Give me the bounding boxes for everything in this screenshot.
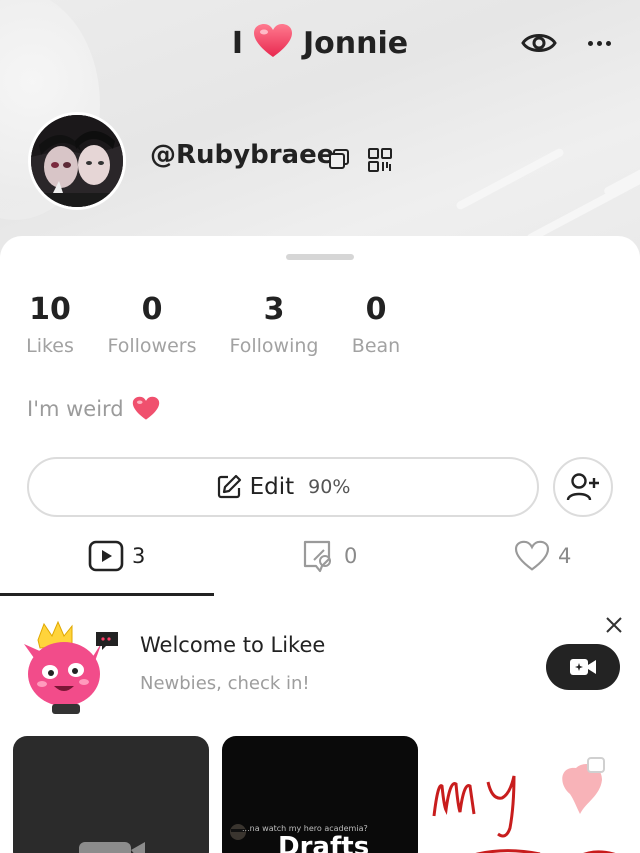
background-streak — [455, 147, 565, 211]
video-icon — [88, 540, 124, 572]
drafts-label: Drafts — [278, 832, 370, 853]
welcome-subtitle: Newbies, check in! — [140, 673, 310, 694]
mascot-image — [20, 618, 120, 718]
tab-count: 4 — [558, 544, 572, 568]
view-profile-button[interactable] — [520, 26, 558, 60]
video-thumbnail[interactable] — [430, 736, 640, 853]
welcome-banner[interactable]: Welcome to Likee Newbies, check in! — [0, 608, 640, 718]
eye-icon — [521, 34, 557, 52]
stat-value: 0 — [141, 292, 163, 327]
stat-bean[interactable]: 0 Bean — [348, 292, 404, 358]
add-friend-button[interactable] — [553, 457, 613, 517]
stat-likes[interactable]: 10 Likes — [22, 292, 78, 358]
close-icon[interactable] — [603, 614, 625, 636]
more-dot — [587, 40, 593, 46]
more-dot — [605, 40, 611, 46]
edit-label: Edit — [249, 474, 295, 500]
tab-liked[interactable]: 4 — [514, 536, 571, 576]
welcome-title: Welcome to Likee — [140, 633, 326, 657]
record-video-button[interactable] — [546, 644, 620, 690]
username: @Rubybraee — [150, 140, 335, 170]
add-user-icon — [566, 473, 599, 501]
avatar[interactable] — [28, 112, 126, 210]
camera-icon — [570, 659, 596, 675]
stat-label: Followers — [107, 335, 197, 357]
heart-icon — [253, 23, 293, 63]
bio-text: I'm weird — [27, 396, 124, 421]
tab-count: 0 — [344, 544, 358, 568]
drafts-thumbnail[interactable]: ...na watch my hero academia? Drafts — [222, 736, 418, 853]
tab-tagged[interactable]: 0 — [302, 536, 357, 576]
video-thumbnail[interactable] — [13, 736, 209, 853]
title-name: Jonnie — [303, 25, 409, 61]
stat-value: 3 — [263, 292, 285, 327]
drag-handle[interactable] — [286, 254, 354, 260]
tag-icon — [303, 540, 331, 573]
tab-videos[interactable]: 3 — [88, 536, 145, 576]
more-dot — [596, 40, 602, 46]
more-options-button[interactable] — [582, 26, 616, 60]
title-prefix: I — [231, 25, 244, 61]
copy-icon[interactable] — [328, 148, 350, 170]
bio: I'm weird — [27, 396, 160, 421]
stat-value: 0 — [365, 292, 387, 327]
qr-code-icon[interactable] — [368, 148, 392, 172]
heart-outline-icon — [514, 540, 550, 571]
heart-icon — [132, 396, 159, 420]
stat-label: Likes — [26, 335, 74, 357]
stat-followers[interactable]: 0 Followers — [104, 292, 200, 358]
top-bar: I Jonnie — [0, 18, 640, 68]
edit-profile-button[interactable]: Edit 90% — [27, 457, 539, 517]
profile-completion: 90% — [308, 476, 351, 498]
video-camera-icon — [79, 842, 145, 853]
stat-label: Bean — [351, 335, 401, 357]
profile-sheet: 10 Likes 0 Followers 3 Following 0 Bean … — [0, 236, 640, 853]
tab-count: 3 — [132, 544, 146, 568]
stat-following[interactable]: 3 Following — [226, 292, 322, 358]
handwritten-drawing-image — [432, 757, 616, 853]
active-tab-indicator — [0, 593, 214, 596]
edit-icon — [217, 474, 241, 499]
stat-label: Following — [229, 335, 319, 357]
stat-value: 10 — [29, 292, 71, 327]
